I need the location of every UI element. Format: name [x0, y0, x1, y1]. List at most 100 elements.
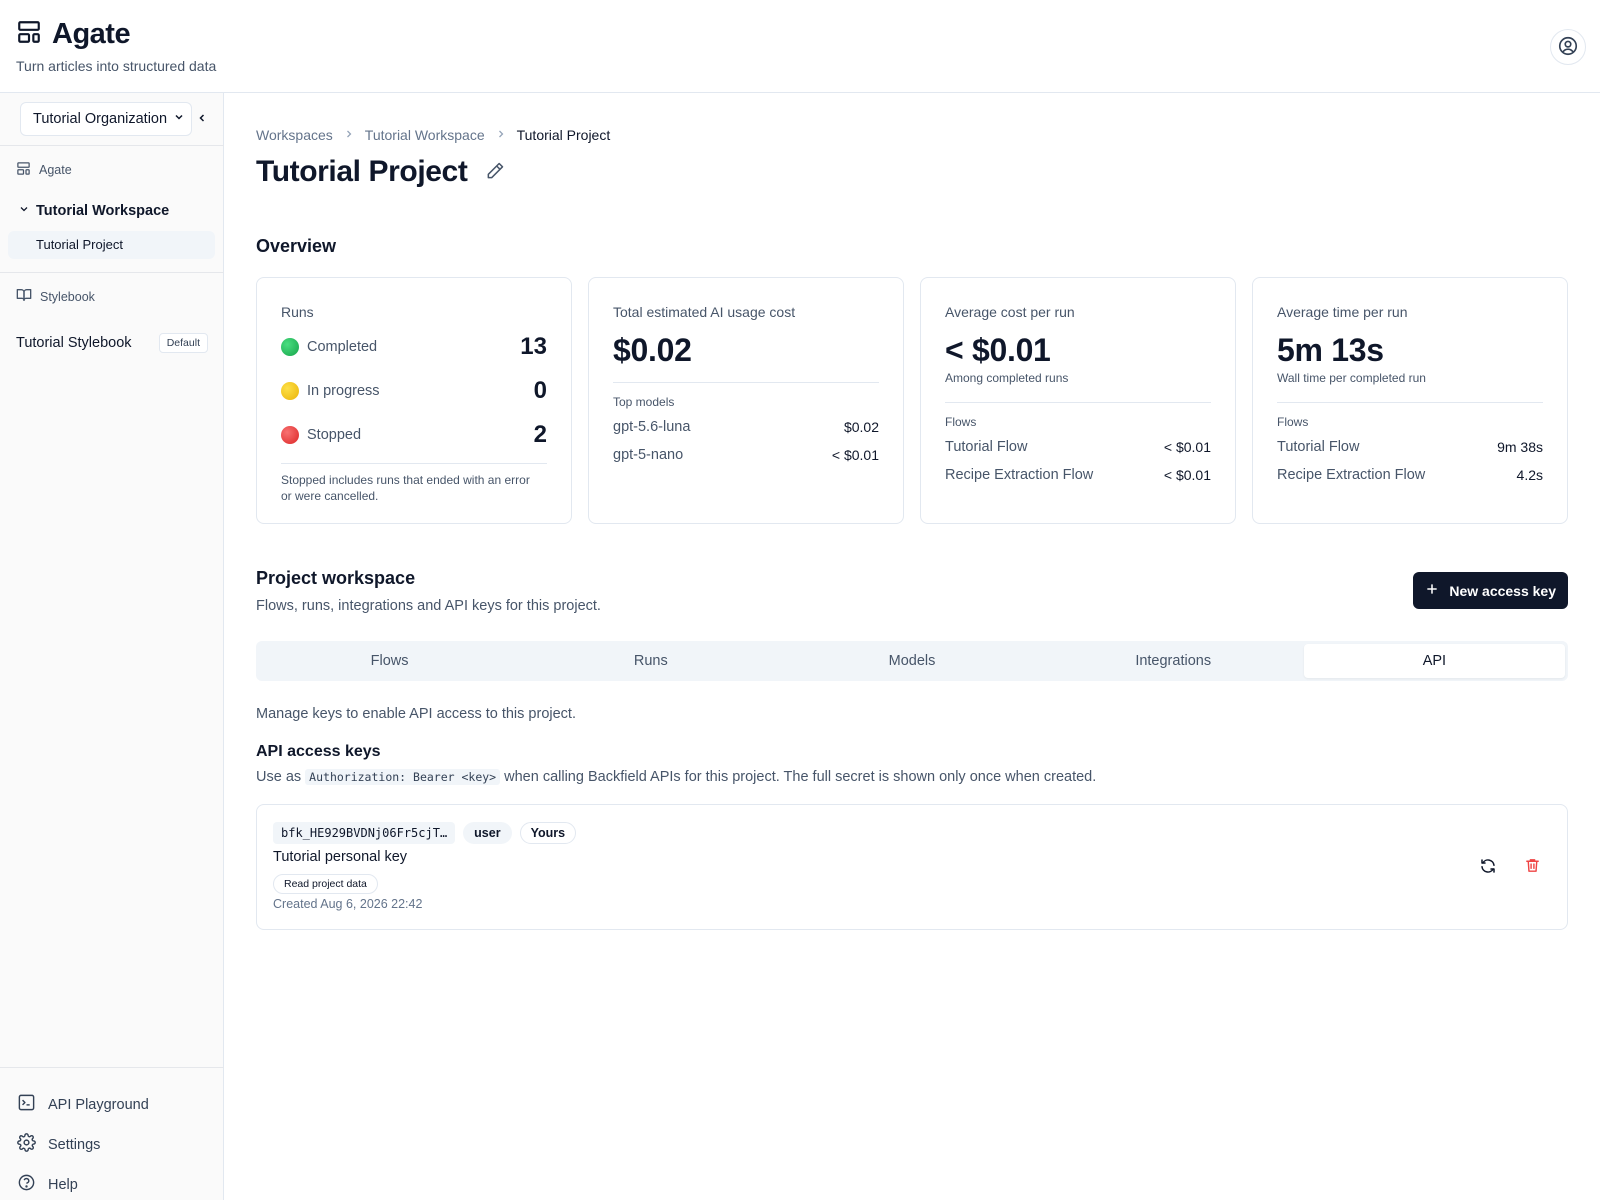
api-intro: Manage keys to enable API access to this…: [256, 706, 576, 722]
auth-header-code: Authorization: Bearer <key>: [305, 769, 501, 785]
run-row-in-progress: In progress 0: [281, 377, 547, 405]
api-desc-after: when calling Backfield APIs for this pro…: [504, 769, 1097, 785]
model-row: gpt-5-nano < $0.01: [613, 447, 879, 463]
tab-runs[interactable]: Runs: [520, 644, 781, 678]
chevron-right-icon: [343, 127, 355, 143]
run-count: 13: [520, 333, 547, 360]
flow-time: 9m 38s: [1497, 439, 1543, 455]
sidebar-item-api-playground[interactable]: API Playground: [17, 1093, 149, 1116]
key-scope-badge: Read project data: [273, 874, 378, 894]
avg-time-value: 5m 13s: [1277, 332, 1384, 368]
sidebar-section-agate-label: Agate: [39, 163, 72, 177]
run-count: 2: [533, 421, 547, 448]
model-name: gpt-5-nano: [613, 447, 684, 463]
status-dot-stopped: [281, 426, 299, 444]
tab-models[interactable]: Models: [781, 644, 1042, 678]
tab-flows[interactable]: Flows: [259, 644, 520, 678]
flow-name: Tutorial Flow: [945, 439, 1028, 455]
sidebar-item-project[interactable]: Tutorial Project: [8, 231, 215, 259]
sidebar-item-stylebook-label: Tutorial Stylebook: [16, 335, 132, 351]
api-key-card: bfk_HE929BVDNj06Fr5cjT… user Yours Tutor…: [256, 804, 1568, 930]
page-title: Tutorial Project: [256, 155, 468, 188]
api-keys-description: Use as Authorization: Bearer <key> when …: [256, 769, 1096, 785]
avg-time-label: Average time per run: [1277, 304, 1408, 320]
key-name: Tutorial personal key: [273, 849, 408, 865]
card-divider: [1277, 402, 1543, 403]
collapse-sidebar-button[interactable]: [194, 109, 210, 129]
card-divider: [281, 463, 547, 464]
sidebar: Tutorial Organization Agate Tutorial Wor…: [0, 93, 224, 1200]
run-label: Completed: [307, 339, 378, 355]
new-access-key-button[interactable]: New access key: [1413, 572, 1568, 609]
flow-row: Recipe Extraction Flow < $0.01: [945, 467, 1211, 483]
org-select-value: Tutorial Organization: [33, 111, 168, 127]
flow-time: 4.2s: [1516, 467, 1543, 483]
model-row: gpt-5.6-luna $0.02: [613, 419, 879, 435]
sidebar-divider: [0, 145, 224, 146]
sidebar-item-help[interactable]: Help: [17, 1173, 78, 1196]
avg-cost-card: Average cost per run < $0.01 Among compl…: [920, 277, 1236, 524]
brand[interactable]: Agate: [16, 18, 131, 51]
model-name: gpt-5.6-luna: [613, 419, 691, 435]
status-dot-in-progress: [281, 382, 299, 400]
default-badge: Default: [158, 333, 208, 353]
avg-cost-note: Among completed runs: [945, 371, 1069, 385]
avg-cost-value: < $0.01: [945, 332, 1051, 368]
chevron-right-icon: [495, 127, 507, 143]
flow-row: Tutorial Flow < $0.01: [945, 439, 1211, 455]
run-row-stopped: Stopped 2: [281, 421, 547, 449]
trash-icon: [1524, 857, 1541, 877]
flow-row: Recipe Extraction Flow 4.2s: [1277, 467, 1543, 483]
help-circle-icon: [17, 1173, 36, 1196]
pencil-icon: [485, 161, 505, 184]
runs-note: Stopped includes runs that ended with an…: [281, 473, 530, 503]
key-prefix: bfk_HE929BVDNj06Fr5cjT…: [273, 822, 456, 844]
breadcrumb: Workspaces Tutorial Workspace Tutorial P…: [256, 127, 610, 143]
key-owner-badge: Yours: [519, 822, 577, 844]
page-title-row: Tutorial Project: [256, 155, 505, 189]
run-label: Stopped: [307, 427, 362, 443]
brand-title: Agate: [52, 18, 131, 50]
sidebar-item-stylebook[interactable]: Tutorial Stylebook Default: [16, 333, 208, 353]
workspace-title: Project workspace: [256, 568, 416, 588]
sidebar-item-settings-label: Settings: [48, 1136, 101, 1153]
edit-title-button[interactable]: [485, 161, 505, 184]
model-cost: $0.02: [843, 419, 879, 435]
layout-template-icon: [16, 161, 31, 179]
rotate-key-button[interactable]: [1476, 855, 1500, 879]
total-cost-card: Total estimated AI usage cost $0.02 Top …: [588, 277, 904, 524]
sidebar-section-stylebook[interactable]: Stylebook: [16, 287, 95, 306]
key-type-badge: user: [463, 822, 512, 844]
chevron-down-icon: [173, 111, 185, 127]
breadcrumb-item-workspaces[interactable]: Workspaces: [256, 127, 333, 143]
overview-cards: Runs Completed 13 In progress 0 Stopped: [256, 277, 1568, 524]
sidebar-section-stylebook-label: Stylebook: [40, 289, 95, 304]
sidebar-item-settings[interactable]: Settings: [17, 1133, 100, 1156]
book-open-icon: [16, 287, 32, 306]
refresh-icon: [1479, 857, 1497, 878]
flow-name: Recipe Extraction Flow: [945, 467, 1094, 483]
run-count: 0: [533, 377, 547, 404]
flow-name: Recipe Extraction Flow: [1277, 467, 1426, 483]
card-divider: [613, 382, 879, 383]
new-access-key-label: New access key: [1449, 582, 1556, 599]
avg-cost-label: Average cost per run: [945, 304, 1075, 320]
app-header: Agate Turn articles into structured data: [0, 0, 1600, 93]
sidebar-section-agate[interactable]: Agate: [16, 161, 72, 179]
runs-card: Runs Completed 13 In progress 0 Stopped: [256, 277, 572, 524]
org-select[interactable]: Tutorial Organization: [20, 102, 192, 136]
key-chips: bfk_HE929BVDNj06Fr5cjT… user Yours: [273, 822, 577, 844]
api-keys-title: API access keys: [256, 743, 381, 760]
gear-icon: [17, 1133, 36, 1156]
chevron-left-icon: [196, 112, 208, 127]
tab-integrations[interactable]: Integrations: [1043, 644, 1304, 678]
card-divider: [945, 402, 1211, 403]
delete-key-button[interactable]: [1520, 855, 1544, 879]
tab-api[interactable]: API: [1303, 644, 1566, 678]
breadcrumb-item-workspace[interactable]: Tutorial Workspace: [365, 127, 485, 143]
sidebar-item-workspace[interactable]: Tutorial Workspace: [18, 203, 169, 219]
user-menu-button[interactable]: [1550, 29, 1586, 65]
total-cost-value: $0.02: [613, 332, 692, 368]
sidebar-item-help-label: Help: [48, 1176, 78, 1193]
flows-head: Flows: [945, 415, 977, 429]
